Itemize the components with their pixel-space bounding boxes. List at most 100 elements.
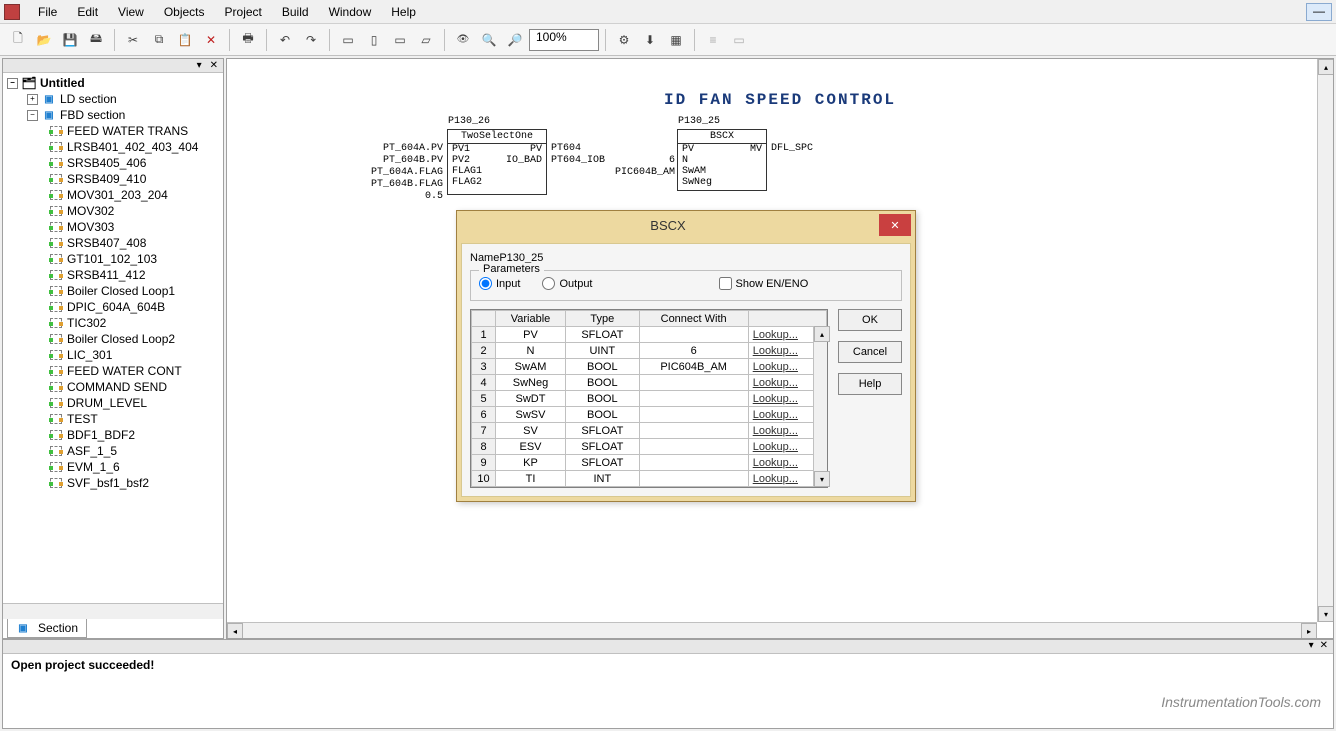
cell-variable[interactable]: KP (496, 455, 566, 471)
radio-output-control[interactable] (542, 277, 555, 290)
menu-file[interactable]: File (28, 3, 67, 21)
cell-type[interactable]: UINT (566, 343, 640, 359)
tree-item[interactable]: TIC302 (5, 315, 221, 331)
tree-item[interactable]: GT101_102_103 (5, 251, 221, 267)
cell-variable[interactable]: SwDT (496, 391, 566, 407)
print-icon[interactable]: 🖶 (236, 28, 260, 52)
tool-a-icon[interactable]: ≡ (701, 28, 725, 52)
scroll-down-icon[interactable]: ▾ (814, 471, 830, 487)
tile-v-icon[interactable]: ▭ (388, 28, 412, 52)
ok-button[interactable]: OK (838, 309, 902, 331)
cell-type[interactable]: SFLOAT (566, 423, 640, 439)
tile-h-icon[interactable]: ▯ (362, 28, 386, 52)
paste-icon[interactable]: 📋 (173, 28, 197, 52)
cell-variable[interactable]: SwNeg (496, 375, 566, 391)
cell-type[interactable]: BOOL (566, 391, 640, 407)
open-icon[interactable]: 📂 (32, 28, 56, 52)
tree-item[interactable]: SRSB407_408 (5, 235, 221, 251)
tree-root[interactable]: − 🗂 Untitled (5, 75, 221, 91)
build-icon[interactable]: ⚙ (612, 28, 636, 52)
tree-item[interactable]: DPIC_604A_604B (5, 299, 221, 315)
cell-connect[interactable] (639, 439, 748, 455)
cell-type[interactable]: BOOL (566, 407, 640, 423)
cell-variable[interactable]: ESV (496, 439, 566, 455)
download-icon[interactable]: ⬇ (638, 28, 662, 52)
minimize-button[interactable]: — (1306, 3, 1332, 21)
table-row[interactable]: 1PVSFLOATLookup... (472, 327, 827, 343)
find-icon[interactable]: 👁 (451, 28, 475, 52)
zoom-out-icon[interactable]: 🔎 (503, 28, 527, 52)
cell-type[interactable]: BOOL (566, 359, 640, 375)
scroll-left-icon[interactable]: ◂ (227, 623, 243, 639)
scroll-up-icon[interactable]: ▴ (1318, 59, 1334, 75)
scroll-down-icon[interactable]: ▾ (1318, 606, 1334, 622)
tree-item[interactable]: SRSB409_410 (5, 171, 221, 187)
cell-variable[interactable]: SwAM (496, 359, 566, 375)
fb-block-twoselectone[interactable]: P130_26 TwoSelectOne PV1PV PV2IO_BAD FLA… (447, 129, 547, 195)
col-type[interactable]: Type (566, 311, 640, 327)
cell-connect[interactable] (639, 407, 748, 423)
scroll-up-icon[interactable]: ▴ (814, 326, 830, 342)
cell-connect[interactable] (639, 391, 748, 407)
fb-block-bscx[interactable]: P130_25 BSCX PVMV N SwAM SwNeg (677, 129, 767, 191)
project-tree[interactable]: − 🗂 Untitled + ▣ LD section − ▣ FBD sect… (3, 73, 223, 603)
table-row[interactable]: 10TIINTLookup... (472, 471, 827, 487)
tree-item[interactable]: LRSB401_402_403_404 (5, 139, 221, 155)
tree-item[interactable]: MOV302 (5, 203, 221, 219)
tree-item[interactable]: COMMAND SEND (5, 379, 221, 395)
monitor-icon[interactable]: ▦ (664, 28, 688, 52)
tree-item[interactable]: SVF_bsf1_bsf2 (5, 475, 221, 491)
save-icon[interactable]: 💾 (58, 28, 82, 52)
menu-objects[interactable]: Objects (154, 3, 215, 21)
help-button[interactable]: Help (838, 373, 902, 395)
menu-project[interactable]: Project (215, 3, 272, 21)
radio-input[interactable]: Input (479, 277, 520, 290)
cut-icon[interactable]: ✂ (121, 28, 145, 52)
window-icon[interactable]: ▭ (336, 28, 360, 52)
tree-section-ld[interactable]: + ▣ LD section (5, 91, 221, 107)
parameters-grid[interactable]: Variable Type Connect With 1PVSFLOATLook… (470, 309, 828, 488)
cell-connect[interactable] (639, 375, 748, 391)
sidebar-close-icon[interactable]: ✕ (207, 60, 221, 71)
save-all-icon[interactable]: 🖴 (84, 28, 108, 52)
cell-type[interactable]: INT (566, 471, 640, 487)
table-row[interactable]: 7SVSFLOATLookup... (472, 423, 827, 439)
tree-item[interactable]: SRSB411_412 (5, 267, 221, 283)
menu-edit[interactable]: Edit (67, 3, 108, 21)
cancel-button[interactable]: Cancel (838, 341, 902, 363)
radio-output[interactable]: Output (542, 277, 592, 290)
checkbox-show-eno[interactable]: Show EN/ENO (719, 277, 809, 290)
copy-icon[interactable]: ⧉ (147, 28, 171, 52)
dialog-titlebar[interactable]: BSCX ✕ (457, 211, 915, 239)
delete-icon[interactable]: ✕ (199, 28, 223, 52)
cell-connect[interactable]: 6 (639, 343, 748, 359)
cell-connect[interactable] (639, 455, 748, 471)
col-variable[interactable]: Variable (496, 311, 566, 327)
col-connect[interactable]: Connect With (639, 311, 748, 327)
tree-item[interactable]: SRSB405_406 (5, 155, 221, 171)
radio-input-control[interactable] (479, 277, 492, 290)
checkbox-eno-control[interactable] (719, 277, 732, 290)
redo-icon[interactable]: ↷ (299, 28, 323, 52)
tree-section-fbd[interactable]: − ▣ FBD section (5, 107, 221, 123)
table-row[interactable]: 9KPSFLOATLookup... (472, 455, 827, 471)
panel-pin-icon[interactable]: ▾ (1306, 640, 1317, 653)
expand-icon[interactable]: − (27, 110, 38, 121)
cascade-icon[interactable]: ▱ (414, 28, 438, 52)
dialog-close-button[interactable]: ✕ (879, 214, 911, 236)
sidebar-hscrollbar[interactable] (3, 603, 223, 619)
canvas-hscrollbar[interactable]: ◂ ▸ (227, 622, 1317, 638)
tool-b-icon[interactable]: ▭ (727, 28, 751, 52)
menu-build[interactable]: Build (272, 3, 319, 21)
cell-type[interactable]: BOOL (566, 375, 640, 391)
scroll-right-icon[interactable]: ▸ (1301, 623, 1317, 639)
cell-variable[interactable]: PV (496, 327, 566, 343)
cell-type[interactable]: SFLOAT (566, 455, 640, 471)
cell-variable[interactable]: SV (496, 423, 566, 439)
table-row[interactable]: 5SwDTBOOLLookup... (472, 391, 827, 407)
panel-close-icon[interactable]: ✕ (1317, 640, 1331, 653)
tree-item[interactable]: LIC_301 (5, 347, 221, 363)
table-row[interactable]: 4SwNegBOOLLookup... (472, 375, 827, 391)
tree-item[interactable]: EVM_1_6 (5, 459, 221, 475)
undo-icon[interactable]: ↶ (273, 28, 297, 52)
